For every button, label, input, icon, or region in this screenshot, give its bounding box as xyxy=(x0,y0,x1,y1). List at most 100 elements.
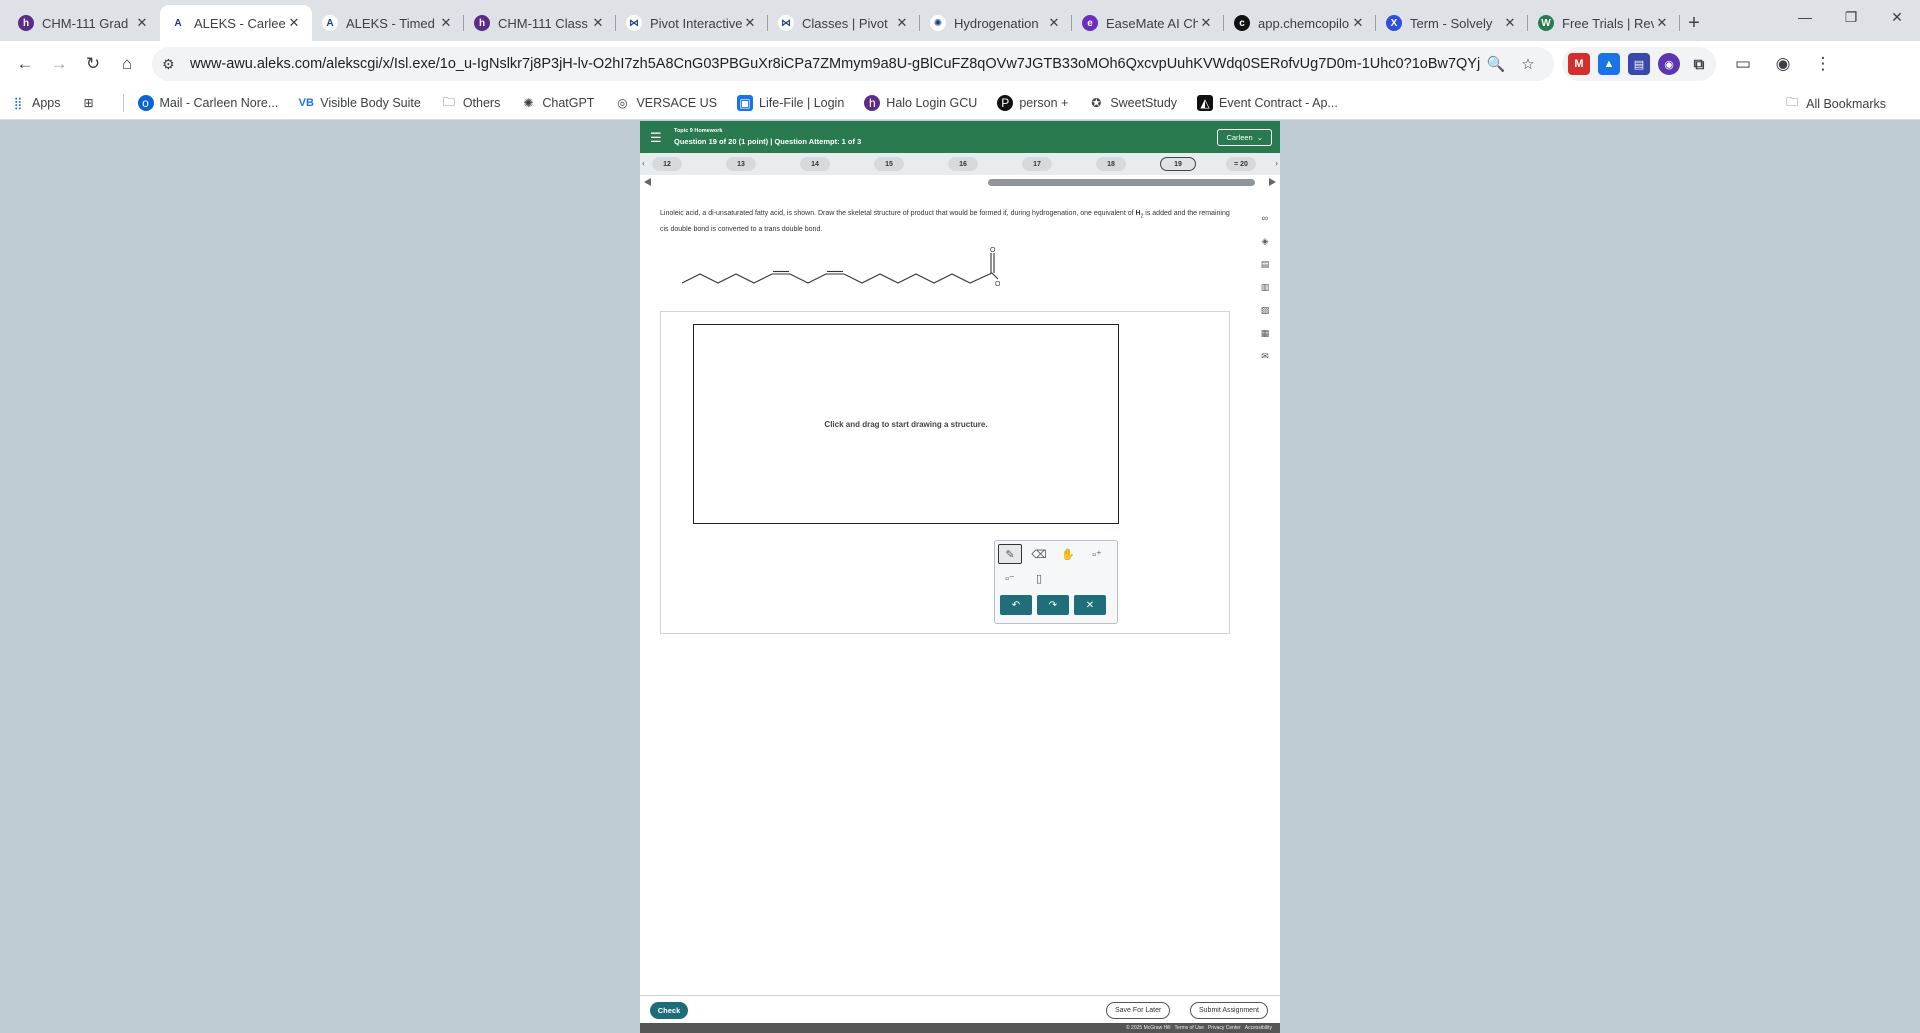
question-nav-pill[interactable]: 13 xyxy=(726,157,756,171)
bookmark-halo[interactable]: h Halo Login GCU xyxy=(864,95,977,111)
back-icon[interactable]: ← xyxy=(8,47,42,81)
lone-pair-icon[interactable]: ▯ xyxy=(1027,568,1051,588)
accessibility-link[interactable]: Accessibility xyxy=(1245,1025,1272,1031)
submit-assignment-button[interactable]: Submit Assignment xyxy=(1190,1002,1268,1019)
puzzle-extension-icon[interactable]: ⧉ xyxy=(1688,53,1710,75)
image-icon[interactable]: ▨ xyxy=(1261,305,1270,319)
scroll-right-icon[interactable] xyxy=(1269,178,1276,186)
charge-plus-icon[interactable]: ▫⁺ xyxy=(1085,544,1109,564)
browser-tab[interactable]: h CHM-111 Grad ✕ xyxy=(8,5,160,41)
tab-close-icon[interactable]: ✕ xyxy=(894,15,910,31)
minimize-icon[interactable]: — xyxy=(1782,0,1828,34)
tab-close-icon[interactable]: ✕ xyxy=(590,15,606,31)
browser-tab[interactable]: A ALEKS - Timed ✕ xyxy=(312,5,464,41)
nav-next-icon[interactable]: › xyxy=(1275,158,1278,168)
nav-prev-icon[interactable]: ‹ xyxy=(642,158,645,168)
infinity-icon[interactable]: ∞ xyxy=(1262,213,1268,227)
browser-tab[interactable]: h CHM-111 Class ✕ xyxy=(464,5,616,41)
menu-kebab-icon[interactable]: ⋮ xyxy=(1806,47,1840,81)
tab-close-icon[interactable]: ✕ xyxy=(286,15,302,31)
mcafee-extension-icon[interactable]: M xyxy=(1568,53,1590,75)
tab-favicon-icon: h xyxy=(18,15,34,31)
all-bookmarks[interactable]: 🗀 All Bookmarks xyxy=(1784,87,1886,120)
drawing-toolbox: ✎ ⌫ ✋ ▫⁺ ▫⁻ ▯ ↶ ↷ ✕ xyxy=(994,540,1118,624)
tab-close-icon[interactable]: ✕ xyxy=(438,15,454,31)
tab-close-icon[interactable]: ✕ xyxy=(1350,15,1366,31)
bookmark-versace[interactable]: ◎ VERSACE US xyxy=(614,95,717,111)
bookmark-sweetstudy[interactable]: ✪ SweetStudy xyxy=(1088,95,1177,111)
user-menu-button[interactable]: Carleen ⌄ xyxy=(1217,129,1272,146)
site-info-icon[interactable]: ⚙ xyxy=(162,56,182,73)
forward-icon[interactable]: → xyxy=(42,47,76,81)
graduation-extension-icon[interactable]: ▲ xyxy=(1598,53,1620,75)
bookmark-mail[interactable]: o Mail - Carleen Nore... xyxy=(137,95,278,111)
tab-search-icon[interactable]: ▭ xyxy=(1726,47,1760,81)
terms-link[interactable]: Terms of Use xyxy=(1175,1025,1204,1031)
mail-icon[interactable]: ✉ xyxy=(1261,351,1269,365)
bookmark-person[interactable]: Pperson + xyxy=(997,95,1068,111)
charge-minus-icon[interactable]: ▫⁻ xyxy=(998,568,1022,588)
tab-close-icon[interactable]: ✕ xyxy=(1046,15,1062,31)
hamburger-menu-icon[interactable]: ☰ xyxy=(650,130,662,146)
diamond-icon[interactable]: ◈ xyxy=(1262,236,1269,250)
question-nav-pill[interactable]: 12 xyxy=(652,157,682,171)
bookmark-life-file[interactable]: ▣ Life-File | Login xyxy=(737,95,844,111)
bookmark-chatgpt[interactable]: ✺ ChatGPT xyxy=(520,95,594,111)
question-nav-pill[interactable]: 17 xyxy=(1022,157,1052,171)
scroll-left-icon[interactable] xyxy=(644,178,651,186)
browser-tab[interactable]: ⋈ Classes | Pivot ✕ xyxy=(768,5,920,41)
bookmark-apps[interactable]: ⣿ Apps xyxy=(10,95,61,111)
document-extension-icon[interactable]: ▤ xyxy=(1628,53,1650,75)
browser-tab[interactable]: ⋈ Pivot Interactive ✕ xyxy=(616,5,768,41)
home-icon[interactable]: ⌂ xyxy=(110,47,144,81)
pencil-tool-icon[interactable]: ✎ xyxy=(998,544,1022,564)
browser-tab[interactable]: W Free Trials | Rev ✕ xyxy=(1528,5,1680,41)
bookmark-event-contract[interactable]: ◭ Event Contract - Ap... xyxy=(1197,95,1338,111)
tab-close-icon[interactable]: ✕ xyxy=(1502,15,1518,31)
address-bar[interactable]: ⚙ www-awu.aleks.com/alekscgi/x/Isl.exe/1… xyxy=(152,47,1554,81)
scroll-thumb[interactable] xyxy=(988,179,1255,186)
browser-tab[interactable]: e EaseMate AI Ch ✕ xyxy=(1072,5,1224,41)
close-window-icon[interactable]: ✕ xyxy=(1874,0,1920,34)
zoom-icon[interactable]: 🔍 xyxy=(1480,55,1512,73)
question-nav-pill[interactable]: = 20 xyxy=(1226,157,1256,171)
question-nav-pill[interactable]: 18 xyxy=(1096,157,1126,171)
check-button[interactable]: Check xyxy=(650,1002,688,1019)
purple-extension-icon[interactable]: ◉ xyxy=(1658,53,1680,75)
chart-icon[interactable]: ▥ xyxy=(1261,282,1270,296)
question-nav-pill[interactable]: 16 xyxy=(948,157,978,171)
save-for-later-button[interactable]: Save For Later xyxy=(1106,1002,1171,1019)
bookmark-others[interactable]: 🗀 Others xyxy=(441,95,501,111)
restore-icon[interactable]: ❐ xyxy=(1828,0,1874,34)
sweetstudy-icon: ✪ xyxy=(1091,96,1102,110)
profile-icon[interactable]: ◉ xyxy=(1766,47,1800,81)
url-text[interactable]: www-awu.aleks.com/alekscgi/x/Isl.exe/1o_… xyxy=(190,56,1480,72)
hand-tool-icon[interactable]: ✋ xyxy=(1056,544,1080,564)
clear-button[interactable]: ✕ xyxy=(1074,595,1106,615)
new-tab-icon[interactable]: + xyxy=(1680,5,1708,41)
table-icon[interactable]: ▦ xyxy=(1261,328,1270,342)
redo-button[interactable]: ↷ xyxy=(1037,595,1069,615)
reload-icon[interactable]: ↻ xyxy=(76,47,110,81)
question-nav-pill[interactable]: 14 xyxy=(800,157,830,171)
question-nav-scrollbar[interactable] xyxy=(640,175,1280,189)
tab-favicon-icon: ⋈ xyxy=(778,15,794,31)
browser-tab[interactable]: A ALEKS - Carleen ✕ xyxy=(160,5,312,41)
tab-close-icon[interactable]: ✕ xyxy=(1198,15,1214,31)
bookmark-star-icon[interactable]: ☆ xyxy=(1512,55,1544,73)
question-nav-pill[interactable]: 15 xyxy=(874,157,904,171)
tab-close-icon[interactable]: ✕ xyxy=(742,15,758,31)
question-nav-pill[interactable]: 19 xyxy=(1160,157,1196,171)
bookmark-tab-groups[interactable]: ⊞ xyxy=(81,95,103,111)
tab-close-icon[interactable]: ✕ xyxy=(1654,15,1670,31)
privacy-link[interactable]: Privacy Center xyxy=(1208,1025,1241,1031)
browser-tab[interactable]: ✺ Hydrogenation ✕ xyxy=(920,5,1072,41)
drawing-canvas[interactable]: Click and drag to start drawing a struct… xyxy=(693,324,1119,524)
browser-tab[interactable]: c app.chemcopilo ✕ xyxy=(1224,5,1376,41)
undo-button[interactable]: ↶ xyxy=(1000,595,1032,615)
eraser-tool-icon[interactable]: ⌫ xyxy=(1027,544,1051,564)
bookmark-visible-body[interactable]: VB Visible Body Suite xyxy=(298,95,421,111)
browser-tab[interactable]: X Term - Solvely ✕ xyxy=(1376,5,1528,41)
tab-close-icon[interactable]: ✕ xyxy=(134,15,150,31)
notes-icon[interactable]: ▤ xyxy=(1261,259,1270,273)
